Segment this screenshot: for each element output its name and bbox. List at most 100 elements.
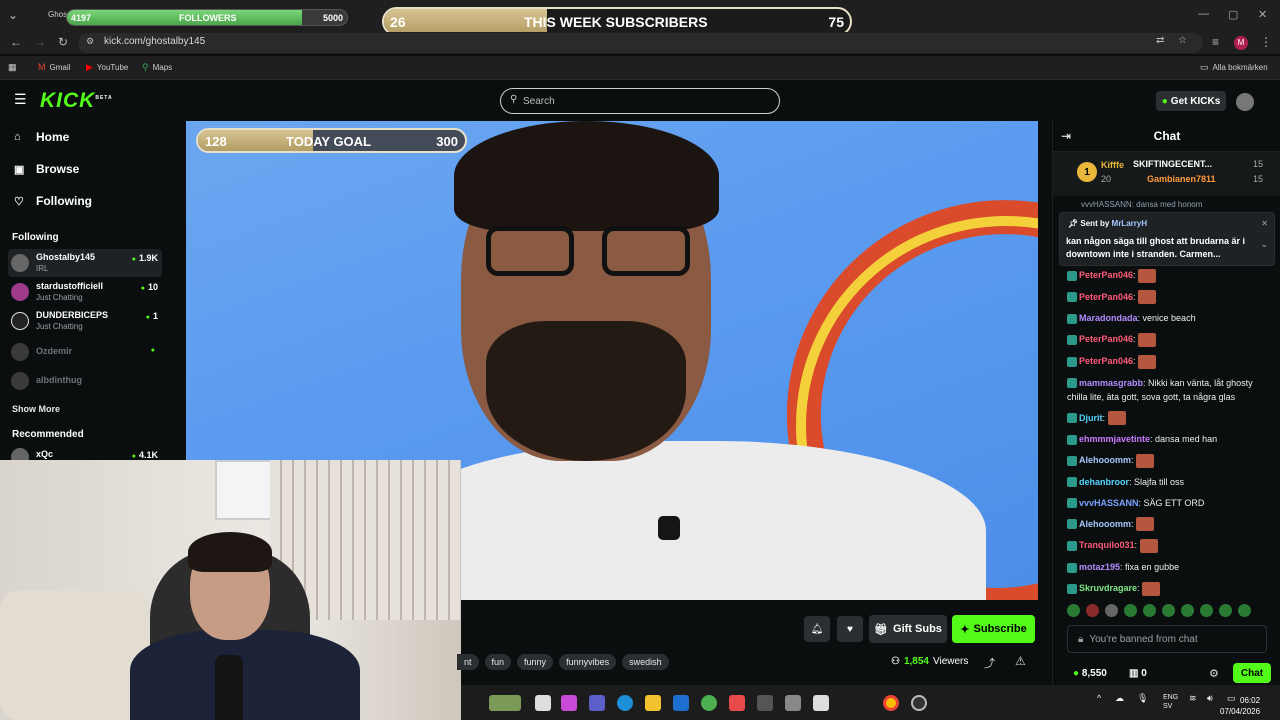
microphone-icon[interactable]: 🎙︎ [1137, 693, 1148, 704]
pinned-message[interactable]: 📌︎ Sent by MrLarryH kan någon säga till … [1059, 212, 1275, 266]
edge-icon[interactable] [617, 695, 633, 711]
all-bookmarks[interactable]: ▭ Alla bokmärken [1200, 62, 1268, 73]
share-icon[interactable]: ⤴ [984, 655, 995, 671]
emote-icon[interactable] [1124, 604, 1137, 617]
menu-icon[interactable]: ⋮ [1260, 35, 1272, 49]
forward-icon[interactable]: → [34, 35, 46, 49]
app-icon[interactable] [757, 695, 773, 711]
chat-username[interactable]: vvvHASSANN [1079, 498, 1139, 508]
mail-icon[interactable] [673, 695, 689, 711]
app-icon[interactable] [813, 695, 829, 711]
file-explorer-icon[interactable] [645, 695, 661, 711]
following-channel-offline[interactable]: Ozdemir [8, 338, 162, 366]
maximize-icon[interactable]: ▢ [1228, 8, 1238, 21]
bookmark-maps[interactable]: ⚲ Maps [142, 62, 172, 73]
translate-icon[interactable]: ⇄ [1156, 35, 1164, 46]
chat-username[interactable]: Tranquilo031 [1079, 540, 1135, 550]
emote-icon[interactable] [1086, 604, 1099, 617]
gift-subs-button[interactable]: 🎁︎ Gift Subs [869, 615, 947, 643]
url-field[interactable]: ⚙ kick.com/ghostalby145 ⇄ ☆ [78, 33, 1203, 53]
expand-chevron-icon[interactable]: ⌄ [1260, 239, 1268, 250]
tag[interactable]: swedish [622, 654, 669, 670]
search-input[interactable]: ⚲ Search [500, 88, 780, 114]
hamburger-icon[interactable]: ☰ [14, 91, 27, 108]
sidebar-item-following[interactable]: ♡ Following [14, 194, 92, 208]
minimize-icon[interactable]: — [1198, 8, 1209, 20]
emote-icon[interactable] [1219, 604, 1232, 617]
emote-icon[interactable] [1181, 604, 1194, 617]
report-icon[interactable]: ⚠ [1015, 654, 1026, 668]
following-channel[interactable]: DUNDERBICEPS Just Chatting 1 [8, 307, 162, 335]
profile-avatar[interactable]: M [1234, 36, 1248, 50]
task-view-icon[interactable] [535, 695, 551, 711]
app-icon[interactable] [729, 695, 745, 711]
chat-username[interactable]: Alehooomm [1079, 519, 1131, 529]
unpin-icon[interactable]: ✕ [1261, 219, 1268, 228]
back-icon[interactable]: ← [10, 35, 22, 49]
language-indicator[interactable]: ENG SV [1163, 693, 1178, 711]
following-channel[interactable]: Ghostalby145 IRL 1.9K [8, 249, 162, 277]
obs-icon[interactable] [911, 695, 927, 711]
notification-bell-button[interactable]: 🔔︎ [804, 616, 830, 642]
send-chat-button[interactable]: Chat [1233, 663, 1271, 683]
sidebar-item-home[interactable]: ⌂ Home [14, 130, 69, 144]
follow-heart-button[interactable]: ♥ [837, 616, 863, 642]
tag[interactable]: funnyvibes [559, 654, 617, 670]
kick-logo[interactable]: KICKBETA [40, 89, 113, 113]
recommended-channel[interactable]: xQc 4.1K [8, 446, 162, 460]
tag[interactable]: fun [484, 654, 512, 670]
bookmark-star-icon[interactable]: ☆ [1178, 35, 1187, 46]
chat-username[interactable]: PeterPan046 [1079, 270, 1133, 280]
following-channel-offline[interactable]: albdinthug [8, 367, 162, 395]
sidebar-item-browse[interactable]: ▣ Browse [14, 162, 79, 176]
site-info-icon[interactable]: ⚙ [86, 36, 94, 47]
emote-icon[interactable] [1067, 604, 1080, 617]
reload-icon[interactable]: ↻ [58, 35, 68, 49]
widgets-icon[interactable] [489, 695, 521, 711]
chat-username[interactable]: Skruvdragare [1079, 583, 1137, 593]
chat-username[interactable]: Djurit [1079, 413, 1103, 423]
media-icon[interactable]: ≡ [1212, 35, 1219, 49]
emote-icon[interactable] [1105, 604, 1118, 617]
following-channel[interactable]: stardustofficiell Just Chatting 10 [8, 278, 162, 306]
emote-icon[interactable] [1200, 604, 1213, 617]
gift-leaderboard[interactable]: 1 Kifffe 20 SKIFTINGECENT... 15 Gambiane… [1053, 152, 1280, 196]
copilot-icon[interactable] [561, 695, 577, 711]
taskbar-clock[interactable]: 06:02 07/04/2026 [1220, 695, 1260, 717]
chat-username[interactable]: dehanbroor [1079, 477, 1129, 487]
tray-app-icon[interactable]: ☁ [1115, 693, 1124, 704]
chat-username[interactable]: Maradondada [1079, 313, 1138, 323]
volume-icon[interactable]: 🔊︎ [1207, 693, 1213, 704]
store-icon[interactable] [701, 695, 717, 711]
emote-icon[interactable] [1238, 604, 1251, 617]
tray-overflow-icon[interactable]: ^ [1097, 693, 1101, 703]
tab-title[interactable]: Ghos [48, 10, 67, 19]
tab-search-icon[interactable]: ⌄ [8, 8, 18, 22]
chat-username[interactable]: mammasgrabb [1079, 378, 1143, 388]
bookmark-youtube[interactable]: ▶ YouTube [86, 62, 128, 73]
tag[interactable]: nt [457, 654, 479, 670]
emote-icon[interactable] [1143, 604, 1156, 617]
user-avatar[interactable] [1236, 93, 1254, 111]
wifi-icon[interactable]: ≋ [1189, 693, 1197, 704]
subscribe-button[interactable]: ✦ Subscribe [952, 615, 1035, 643]
kicks-balance[interactable]: ● 8,550 [1073, 668, 1107, 679]
chat-username[interactable]: PeterPan046 [1079, 334, 1133, 344]
bookmark-gmail[interactable]: M Gmail [38, 62, 70, 72]
photos-icon[interactable] [785, 695, 801, 711]
chat-username[interactable]: Alehooomm [1079, 455, 1131, 465]
settings-gear-icon[interactable]: ⚙ [1209, 667, 1219, 680]
gift-balance[interactable]: ▥ 0 [1129, 668, 1147, 679]
apps-icon[interactable]: ▦ [8, 62, 17, 73]
close-icon[interactable]: ✕ [1258, 8, 1267, 21]
teams-icon[interactable] [589, 695, 605, 711]
chat-username[interactable]: motaz195 [1079, 562, 1120, 572]
chrome-icon[interactable] [883, 695, 899, 711]
chat-username[interactable]: ehmmmjavetinte [1079, 434, 1150, 444]
chat-username[interactable]: PeterPan046 [1079, 292, 1133, 302]
show-more-link[interactable]: Show More [12, 404, 60, 414]
emote-icon[interactable] [1162, 604, 1175, 617]
chat-username[interactable]: PeterPan046 [1079, 356, 1133, 366]
tag[interactable]: funny [517, 654, 554, 670]
get-kicks-button[interactable]: ● Get KICKs [1156, 91, 1226, 111]
